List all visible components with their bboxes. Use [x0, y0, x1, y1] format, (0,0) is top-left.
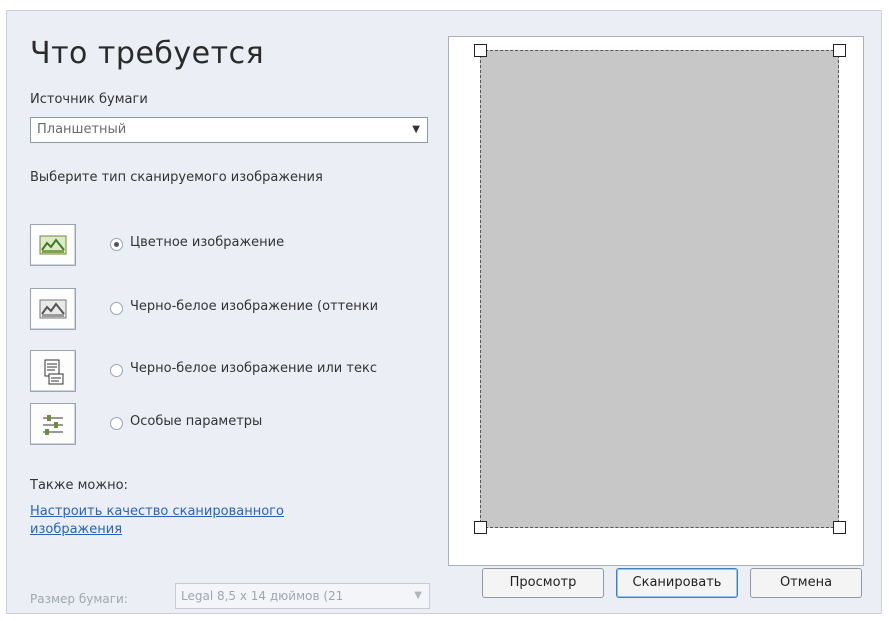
option-color-picture[interactable]: Цветное изображение	[30, 224, 440, 270]
color-picture-button[interactable]	[30, 224, 76, 266]
paper-source-select[interactable]: Планшетный ▼	[30, 117, 428, 143]
custom-settings-button[interactable]	[30, 403, 76, 445]
cancel-button[interactable]: Отмена	[750, 568, 862, 598]
radio-custom-settings[interactable]	[110, 417, 123, 430]
radio-grayscale-picture[interactable]	[110, 302, 123, 315]
option-label: Черно-белое изображение (оттенки	[130, 299, 379, 314]
grayscale-picture-button[interactable]	[30, 288, 76, 330]
picture-type-hint: Выберите тип сканируемого изображения	[30, 170, 323, 185]
resize-handle-top-left[interactable]	[474, 44, 487, 57]
paper-source-label: Источник бумаги	[30, 92, 148, 107]
bw-text-button[interactable]	[30, 350, 76, 392]
paper-source-value: Планшетный	[37, 122, 127, 137]
radio-color-picture[interactable]	[110, 238, 123, 251]
option-custom-settings[interactable]: Особые параметры	[30, 403, 440, 449]
scan-area-selection[interactable]	[480, 50, 839, 528]
paper-size-value: Legal 8,5 x 14 дюймов (21	[181, 589, 344, 603]
grayscale-picture-icon	[39, 299, 67, 319]
resize-handle-bottom-left[interactable]	[474, 521, 487, 534]
dropdown-arrow-icon: ▼	[412, 124, 420, 135]
option-label: Черно-белое изображение или текс	[130, 361, 377, 376]
paper-size-select[interactable]: Legal 8,5 x 14 дюймов (21 ▼	[175, 583, 430, 609]
option-bw-text[interactable]: Черно-белое изображение или текс	[30, 350, 440, 396]
scan-button[interactable]: Сканировать	[616, 568, 738, 598]
adjust-quality-link[interactable]: Настроить качество сканированного изобра…	[30, 503, 360, 539]
page-title: Что требуется	[30, 36, 265, 71]
option-grayscale-picture[interactable]: Черно-белое изображение (оттенки	[30, 288, 440, 334]
color-picture-icon	[39, 235, 67, 255]
option-label: Цветное изображение	[130, 235, 285, 250]
preview-button[interactable]: Просмотр	[482, 568, 604, 598]
text-document-icon	[44, 359, 64, 385]
custom-settings-icon	[43, 415, 63, 435]
dropdown-arrow-icon: ▼	[414, 590, 422, 601]
option-label: Особые параметры	[130, 414, 263, 429]
paper-size-label: Размер бумаги:	[30, 592, 128, 606]
also-label: Также можно:	[30, 478, 128, 493]
resize-handle-bottom-right[interactable]	[833, 521, 846, 534]
resize-handle-top-right[interactable]	[833, 44, 846, 57]
radio-bw-text[interactable]	[110, 364, 123, 377]
